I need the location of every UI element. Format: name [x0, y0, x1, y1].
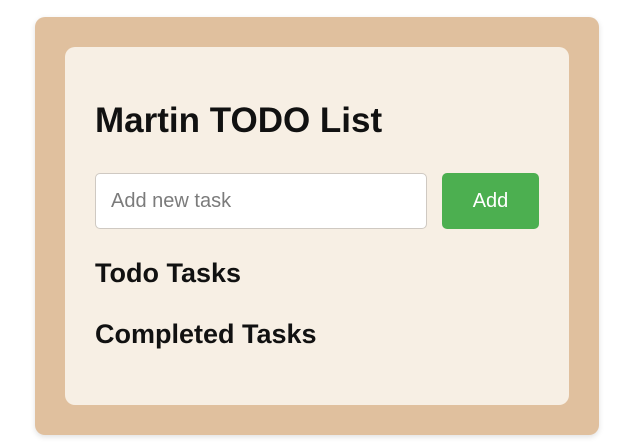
app-frame: Martin TODO List Add Todo Tasks Complete… [35, 17, 599, 435]
add-task-button[interactable]: Add [442, 173, 539, 229]
completed-tasks-heading: Completed Tasks [95, 319, 317, 349]
new-task-input[interactable] [95, 173, 427, 229]
todo-tasks-heading: Todo Tasks [95, 258, 242, 288]
page-title: Martin TODO List [95, 101, 383, 140]
todo-card: Martin TODO List Add Todo Tasks Complete… [65, 47, 569, 405]
